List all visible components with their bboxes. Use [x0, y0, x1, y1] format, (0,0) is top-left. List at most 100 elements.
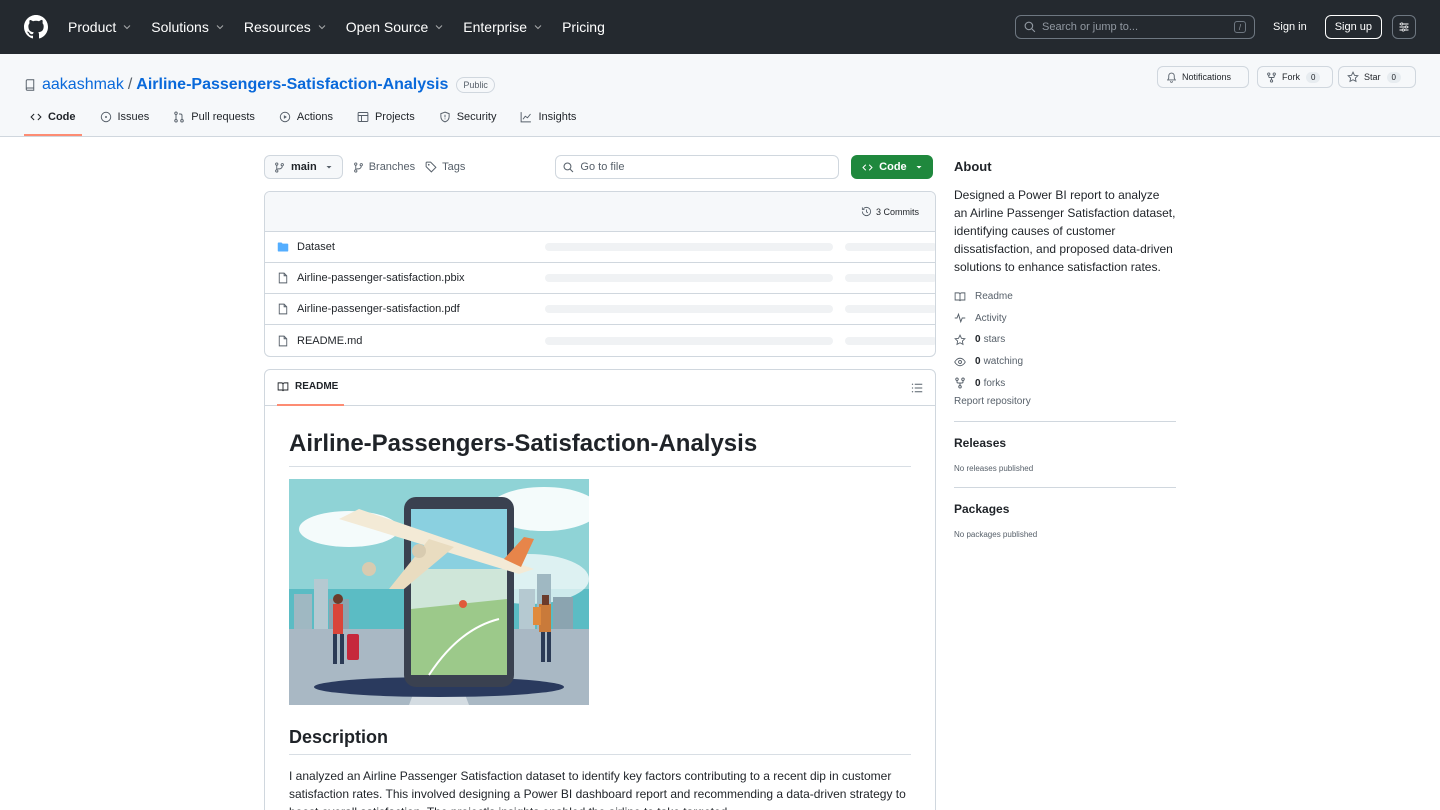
about-heading: About	[954, 159, 992, 174]
search-icon	[563, 162, 574, 173]
chevron-down-icon	[433, 21, 445, 33]
star-button[interactable]: Star 0	[1338, 66, 1416, 88]
forks-link[interactable]: 0 forks	[954, 372, 1176, 394]
settings-menu-icon[interactable]	[1392, 15, 1416, 39]
repo-name-link[interactable]: Airline-Passengers-Satisfaction-Analysis	[136, 76, 448, 94]
book-icon	[954, 291, 967, 303]
watching-link[interactable]: 0 watching	[954, 351, 1176, 373]
nav-resources[interactable]: Resources	[242, 13, 330, 41]
tab-actions[interactable]: Actions	[273, 100, 339, 136]
search-placeholder: Search or jump to...	[1042, 21, 1139, 33]
nav-enterprise-label: Enterprise	[463, 19, 528, 35]
activity-link[interactable]: Activity	[954, 308, 1176, 330]
go-to-file-placeholder: Go to file	[580, 161, 625, 173]
star-label: Star	[1364, 72, 1381, 82]
fork-button[interactable]: Fork 0	[1257, 66, 1333, 88]
tab-issues[interactable]: Issues	[94, 100, 156, 136]
nav-pricing[interactable]: Pricing	[560, 13, 607, 41]
nav-resources-label: Resources	[243, 19, 311, 35]
nav-open-source[interactable]: Open Source	[344, 13, 448, 41]
nav-open-source-label: Open Source	[345, 19, 429, 35]
commits-bar: 3 Commits	[265, 192, 935, 232]
branches-link[interactable]: Branches	[353, 161, 415, 173]
nav-solutions-label: Solutions	[151, 19, 209, 35]
code-icon	[862, 162, 873, 173]
shield-icon	[439, 111, 451, 123]
sign-in-link[interactable]: Sign in	[1273, 21, 1307, 33]
readme-header: README	[265, 370, 935, 406]
branch-name: main	[291, 161, 317, 173]
folder-icon	[277, 241, 289, 253]
fork-icon	[1266, 71, 1277, 83]
chevron-down-icon	[316, 21, 328, 33]
file-name[interactable]: Dataset	[297, 241, 335, 253]
readme-link[interactable]: Readme	[954, 286, 1176, 308]
hero-illustration	[289, 479, 589, 705]
issue-icon	[100, 111, 112, 123]
file-row-readme[interactable]: README.md	[265, 325, 935, 356]
commit-message-placeholder	[545, 243, 833, 251]
forks-count: 0	[975, 377, 981, 389]
repo-owner-link[interactable]: aakashmak	[42, 76, 124, 94]
commits-link[interactable]: 3 Commits	[876, 207, 919, 217]
watching-count: 0	[975, 356, 981, 368]
nav-enterprise[interactable]: Enterprise	[461, 13, 546, 41]
file-row-pbix[interactable]: Airline-passenger-satisfaction.pbix	[265, 263, 935, 294]
tab-pull-requests-label: Pull requests	[191, 111, 255, 123]
fork-icon	[954, 377, 967, 389]
packages-heading[interactable]: Packages	[954, 502, 1176, 516]
file-name[interactable]: Airline-passenger-satisfaction.pdf	[297, 303, 460, 315]
readme-panel: README Airline-Passengers-Satisfaction-A…	[264, 369, 936, 810]
branch-select-button[interactable]: main	[264, 155, 343, 179]
graph-icon	[520, 111, 532, 123]
visibility-badge: Public	[456, 76, 495, 93]
file-icon	[277, 335, 289, 347]
notifications-label: Notifications	[1182, 72, 1232, 82]
nav-solutions[interactable]: Solutions	[149, 13, 228, 41]
tab-insights[interactable]: Insights	[514, 100, 582, 136]
list-icon[interactable]	[911, 382, 923, 394]
file-toolbar: main Branches Tags Go to file Code	[264, 155, 936, 179]
file-name[interactable]: Airline-passenger-satisfaction.pbix	[297, 272, 465, 284]
eye-icon	[954, 356, 967, 368]
tag-icon	[425, 161, 437, 173]
tab-pull-requests[interactable]: Pull requests	[167, 100, 261, 136]
tab-projects[interactable]: Projects	[351, 100, 421, 136]
report-repository-link[interactable]: Report repository	[954, 396, 1176, 407]
releases-heading[interactable]: Releases	[954, 436, 1176, 450]
nav-product[interactable]: Product	[66, 13, 135, 41]
commit-date-placeholder	[845, 274, 935, 282]
file-name[interactable]: README.md	[297, 335, 362, 347]
tab-code[interactable]: Code	[24, 100, 82, 136]
search-input[interactable]: Search or jump to... /	[1015, 15, 1256, 39]
packages-empty-text: No packages published	[954, 529, 1038, 539]
chevron-down-icon	[532, 21, 544, 33]
file-icon	[277, 303, 289, 315]
notifications-button[interactable]: Notifications	[1157, 66, 1249, 88]
tags-link[interactable]: Tags	[425, 161, 465, 173]
commit-message-placeholder	[545, 274, 833, 282]
file-row-pdf[interactable]: Airline-passenger-satisfaction.pdf	[265, 294, 935, 325]
readme-tab[interactable]: README	[277, 370, 345, 406]
description-heading: Description	[289, 727, 911, 755]
sign-up-button[interactable]: Sign up	[1324, 15, 1382, 39]
tab-insights-label: Insights	[538, 111, 577, 123]
code-dropdown-button[interactable]: Code	[851, 155, 934, 179]
star-icon	[954, 334, 967, 346]
pull-request-icon	[173, 111, 185, 123]
activity-link-label: Activity	[975, 312, 1007, 324]
go-to-file-input[interactable]: Go to file	[555, 155, 840, 179]
caret-down-icon	[325, 163, 333, 171]
tab-issues-label: Issues	[117, 111, 150, 123]
file-row-dataset[interactable]: Dataset	[265, 232, 935, 263]
repo-tabs: Code Issues Pull requests Actions Projec…	[24, 100, 594, 136]
github-logo-icon[interactable]	[24, 15, 48, 39]
code-icon	[30, 111, 42, 123]
caret-down-icon	[915, 163, 923, 171]
bell-icon	[1166, 72, 1177, 83]
tab-security[interactable]: Security	[433, 100, 503, 136]
repo-icon	[24, 78, 36, 91]
breadcrumb-separator: /	[127, 75, 133, 93]
stars-link[interactable]: 0 stars	[954, 329, 1176, 351]
readme-link-label: Readme	[975, 291, 1013, 303]
